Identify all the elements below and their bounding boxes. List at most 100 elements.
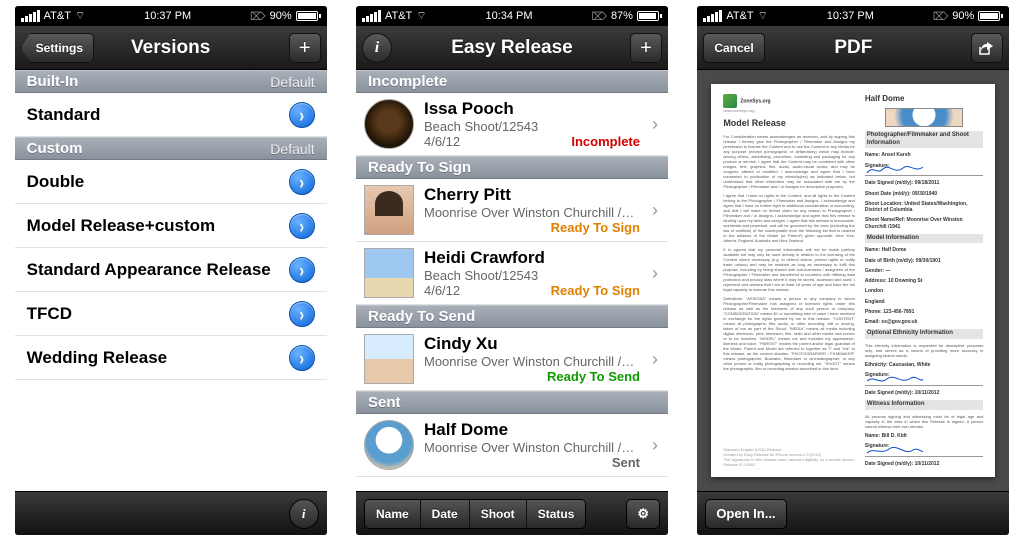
pdf-viewer[interactable]: ZoneSys.orgwww.zonesys.org Model Release…	[697, 70, 1009, 491]
detail-accessory-icon[interactable]	[289, 169, 315, 195]
subject-photo	[885, 108, 963, 127]
carrier-label: AT&T	[385, 10, 412, 22]
status-bar: AT&T ⌔ 10:37 PM ⌦ 90%	[15, 6, 327, 26]
page-title: Easy Release	[451, 37, 573, 59]
screen-pdf: AT&T ⌔ 10:37 PM ⌦ 90% Cancel PDF ZoneSys…	[697, 6, 1009, 535]
clock: 10:37 PM	[827, 10, 874, 22]
nav-bar: Settings Versions +	[15, 26, 327, 70]
back-button[interactable]: Settings	[21, 33, 94, 63]
seg-status[interactable]: Status	[527, 500, 586, 528]
battery-icon	[978, 11, 1003, 21]
page-title: Versions	[131, 37, 210, 59]
signature-photographer	[865, 173, 983, 177]
version-row[interactable]: Double	[15, 160, 327, 204]
chevron-icon: ›	[650, 435, 660, 456]
thumbnail	[364, 185, 414, 235]
release-row[interactable]: Cindy Xu Moonrise Over Winston Churchill…	[356, 328, 668, 391]
release-status: Ready To Send	[547, 369, 640, 384]
wifi-icon: ⌔	[75, 9, 85, 23]
release-date: 4/6/12	[424, 283, 460, 298]
clock: 10:37 PM	[144, 10, 191, 22]
page-title: PDF	[834, 37, 872, 59]
share-button[interactable]	[971, 33, 1003, 63]
status-bar: AT&T ⌔ 10:34 PM ⌦ 87%	[356, 6, 668, 26]
org-logo	[723, 94, 737, 108]
version-row[interactable]: Model Release+custom	[15, 204, 327, 248]
thumbnail	[364, 420, 414, 470]
settings-button[interactable]: ⚙	[626, 499, 660, 529]
screen-versions: AT&T ⌔ 10:37 PM ⌦ 90% Settings Versions …	[15, 6, 327, 535]
release-sub: Beach Shoot/12543	[424, 119, 640, 134]
signal-icon	[21, 10, 40, 22]
add-button[interactable]: +	[289, 33, 321, 63]
release-sub: Beach Shoot/12543	[424, 268, 640, 283]
open-in-button[interactable]: Open In...	[705, 499, 786, 529]
detail-accessory-icon[interactable]	[289, 301, 315, 327]
release-name: Half Dome	[424, 420, 640, 440]
versions-list: Built-In Default Standard Custom Default…	[15, 70, 327, 491]
release-status: Sent	[612, 455, 640, 470]
default-label: Default	[270, 74, 314, 90]
sort-segment[interactable]: Name Date Shoot Status	[364, 499, 586, 529]
toolbar: i	[15, 491, 327, 535]
battery-pct: 87%	[611, 10, 633, 22]
info-button[interactable]: i	[289, 499, 319, 529]
seg-date[interactable]: Date	[421, 500, 470, 528]
chevron-icon: ›	[650, 114, 660, 135]
version-row-standard[interactable]: Standard	[15, 93, 327, 137]
carrier-label: AT&T	[726, 10, 753, 22]
version-row[interactable]: Wedding Release	[15, 336, 327, 380]
releases-list[interactable]: Incomplete Issa Pooch Beach Shoot/12543 …	[356, 70, 668, 491]
default-label: Default	[270, 141, 314, 157]
doc-title: Model Release	[723, 118, 855, 129]
bluetooth-icon: ⌦	[591, 10, 607, 23]
wifi-icon: ⌔	[416, 9, 426, 23]
toolbar: Name Date Shoot Status ⚙	[356, 491, 668, 535]
body-para: Definitions: "ASSIGNS" means a person or…	[723, 296, 855, 371]
release-row[interactable]: Issa Pooch Beach Shoot/12543 4/6/12 Inco…	[356, 93, 668, 156]
signature-witness	[865, 453, 983, 457]
detail-accessory-icon[interactable]	[289, 102, 315, 128]
gear-icon: ⚙	[637, 506, 649, 522]
release-row[interactable]: Half Dome Moonrise Over Winston Churchil…	[356, 414, 668, 477]
battery-pct: 90%	[952, 10, 974, 22]
battery-icon	[296, 11, 321, 21]
release-name: Cherry Pitt	[424, 185, 640, 205]
wifi-icon: ⌔	[758, 9, 768, 23]
nav-bar: Cancel PDF	[697, 26, 1009, 70]
release-status: Incomplete	[571, 134, 640, 149]
release-status: Ready To Sign	[551, 283, 640, 298]
chevron-icon: ›	[650, 263, 660, 284]
battery-pct: 90%	[270, 10, 292, 22]
add-button[interactable]: +	[630, 33, 662, 63]
release-name: Issa Pooch	[424, 99, 640, 119]
release-row[interactable]: Heidi Crawford Beach Shoot/12543 4/6/12 …	[356, 242, 668, 305]
detail-accessory-icon[interactable]	[289, 213, 315, 239]
signal-icon	[703, 10, 722, 22]
seg-name[interactable]: Name	[365, 500, 421, 528]
bluetooth-icon: ⌦	[933, 10, 949, 23]
release-sub: Moonrise Over Winston Churchill /1941…	[424, 354, 640, 369]
version-row[interactable]: TFCD	[15, 292, 327, 336]
thumbnail	[364, 334, 414, 384]
footer: Standard English (USA) Release Created b…	[723, 447, 855, 467]
detail-accessory-icon[interactable]	[289, 345, 315, 371]
thumbnail	[364, 99, 414, 149]
signal-icon	[362, 10, 381, 22]
release-status: Ready To Sign	[551, 220, 640, 235]
info-button[interactable]: i	[362, 33, 392, 63]
nav-bar: i Easy Release +	[356, 26, 668, 70]
cancel-button[interactable]: Cancel	[703, 33, 764, 63]
body-para: It is agreed that my personal informatio…	[723, 247, 855, 292]
body-para: I agree that I have no rights to the Con…	[723, 193, 855, 243]
thumbnail	[364, 248, 414, 298]
share-icon	[978, 40, 996, 56]
seg-shoot[interactable]: Shoot	[470, 500, 527, 528]
group-header-incomplete: Incomplete	[356, 70, 668, 93]
battery-icon	[637, 11, 662, 21]
detail-accessory-icon[interactable]	[289, 257, 315, 283]
version-row[interactable]: Standard Appearance Release	[15, 248, 327, 292]
release-row[interactable]: Cherry Pitt Moonrise Over Winston Church…	[356, 179, 668, 242]
release-name: Cindy Xu	[424, 334, 640, 354]
release-sub: Moonrise Over Winston Churchill /1941…	[424, 205, 640, 220]
